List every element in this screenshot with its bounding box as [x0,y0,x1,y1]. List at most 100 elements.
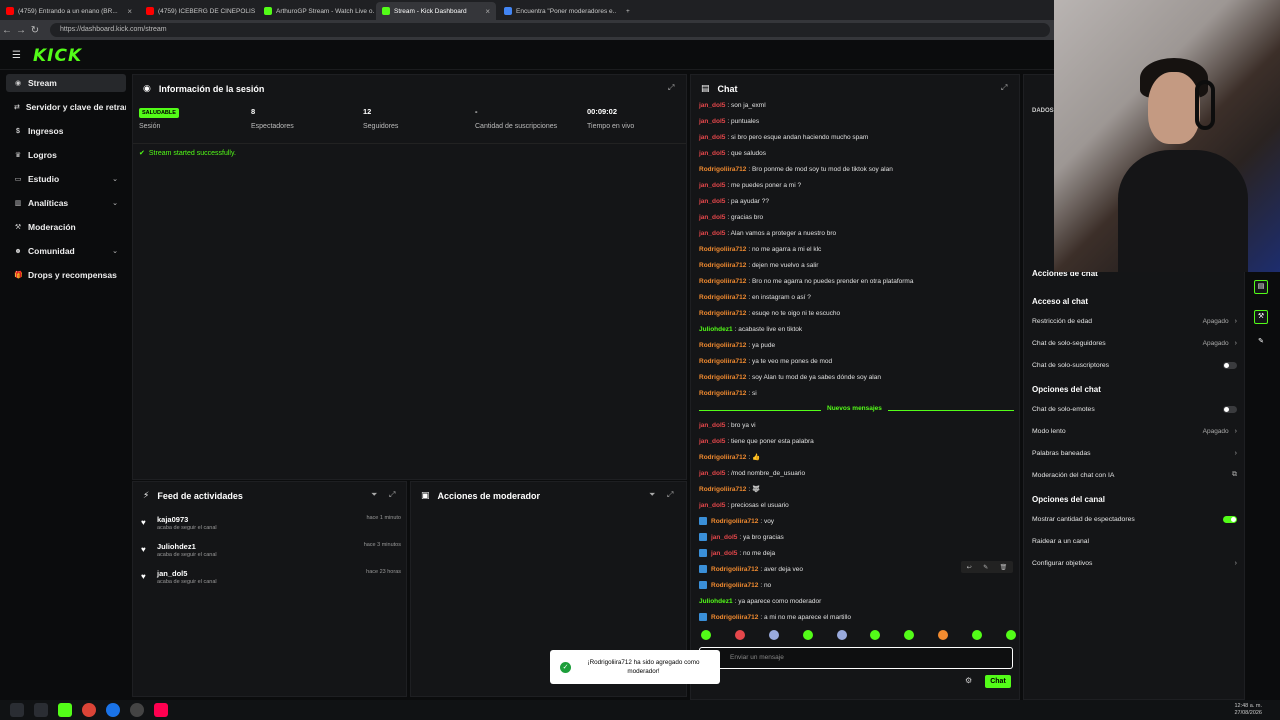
obs-icon[interactable] [130,703,144,717]
chat-rail-icon[interactable]: ▤ [1254,280,1268,294]
browser-tab[interactable]: Stream - Kick Dashboard × [376,2,496,20]
expand-icon[interactable]: ⤢ [668,83,674,93]
sidebar-item-2[interactable]: $ Ingresos [6,122,126,140]
chat-option-select[interactable]: Chat de solo-seguidores Apagado › [1032,337,1237,349]
chat-username[interactable]: jan_dol5 [699,150,725,157]
back-icon[interactable]: ← [0,25,14,36]
reply-icon[interactable]: ↩ [967,564,972,571]
chat-username[interactable]: Rodrigoliira712 [699,166,746,173]
feed-user[interactable]: jan_dol5 [157,569,187,578]
chat-username[interactable]: jan_dol5 [699,118,725,125]
expand-icon[interactable]: ⤢ [667,490,673,500]
browser-icon[interactable] [106,703,120,717]
chat-username[interactable]: Rodrigoliira712 [699,486,746,493]
emote-icon[interactable] [768,630,779,640]
sidebar-item-6[interactable]: ⚒ Moderación [6,218,126,236]
chat-username[interactable]: Rodrigoliira712 [699,374,746,381]
chat-username[interactable]: Rodrigoliira712 [699,246,746,253]
feed-user[interactable]: kaja0973 [157,515,188,524]
url-field[interactable]: https://dashboard.kick.com/stream [50,23,1050,37]
emote-icon[interactable] [972,630,982,640]
kick-logo[interactable]: KICK [33,46,82,66]
chat-option-select[interactable]: Restricción de edad Apagado › [1032,315,1237,327]
browser-tab[interactable]: (4759) Entrando a un enano (BR... × [0,2,138,20]
expand-icon[interactable]: ⤢ [389,490,395,500]
app-icon[interactable] [58,703,72,717]
chat-username[interactable]: Rodrigoliira712 [711,582,758,589]
sidebar-item-1[interactable]: ⇄ Servidor y clave de retransmisión [6,98,126,116]
send-chat-button[interactable]: Chat [985,675,1011,688]
chat-username[interactable]: Rodrigoliira712 [699,342,746,349]
mod-rail-icon[interactable]: ⚒ [1254,310,1268,324]
feed-user[interactable]: Juliohdez1 [157,542,196,551]
chat-username[interactable]: jan_dol5 [699,182,725,189]
sidebar-item-0[interactable]: ◉ Stream [6,74,126,92]
sidebar-item-7[interactable]: ☻ Comunidad ⌄ [6,242,126,260]
tools-rail-icon[interactable]: ✎ [1254,336,1268,350]
forward-icon[interactable]: → [14,25,28,36]
chat-option-link[interactable]: Palabras baneadas › [1032,447,1237,459]
chat-username[interactable]: jan_dol5 [699,422,725,429]
delete-icon[interactable]: 🗑 [1000,564,1008,571]
chat-username[interactable]: Rodrigoliira712 [711,566,758,573]
chat-username[interactable]: jan_dol5 [699,198,725,205]
chat-username[interactable]: Rodrigoliira712 [711,518,758,525]
filter-icon[interactable]: ⏷ [649,490,655,500]
chat-username[interactable]: jan_dol5 [699,134,725,141]
emote-icon[interactable] [938,630,949,640]
chrome-icon[interactable] [82,703,96,717]
chat-option-toggle[interactable]: Chat de solo-emotes [1032,403,1237,415]
emote-icon[interactable] [1005,630,1016,640]
new-tab-icon[interactable]: + [620,2,636,20]
chat-username[interactable]: jan_dol5 [711,534,737,541]
chat-option-plain[interactable]: Raidear a un canal [1032,535,1237,547]
sidebar-item-4[interactable]: ▭ Estudio ⌄ [6,170,126,188]
close-icon[interactable]: × [127,7,132,16]
chat-option-toggle[interactable]: Mostrar cantidad de espectadores [1032,513,1237,525]
menu-icon[interactable]: ☰ [12,50,21,61]
emote-icon[interactable] [734,630,745,640]
toggle-switch[interactable] [1223,405,1237,413]
start-icon[interactable] [10,703,24,717]
expand-icon[interactable]: ⤢ [1001,83,1007,93]
emote-icon[interactable] [870,630,881,640]
chat-username[interactable]: jan_dol5 [699,214,725,221]
emote-icon[interactable] [701,630,711,640]
settings-gear-icon[interactable]: ⚙ [965,676,972,685]
sidebar-item-8[interactable]: 🎁 Drops y recompensas [6,266,126,284]
sidebar-item-3[interactable]: ♛ Logros [6,146,126,164]
chat-username[interactable]: jan_dol5 [711,550,737,557]
chat-username[interactable]: Rodrigoliira712 [711,614,758,621]
chat-username[interactable]: jan_dol5 [699,230,725,237]
chat-username[interactable]: Rodrigoliira712 [699,454,746,461]
chat-username[interactable]: Rodrigoliira712 [699,294,746,301]
emote-icon[interactable] [836,630,847,640]
reload-icon[interactable]: ↻ [28,25,42,36]
close-icon[interactable]: × [485,7,490,16]
chat-username[interactable]: Rodrigoliira712 [699,278,746,285]
toggle-switch[interactable] [1223,361,1237,369]
chat-input[interactable]: Enviar un mensaje [699,647,1013,669]
chat-username[interactable]: Rodrigoliira712 [699,310,746,317]
chat-option-link[interactable]: Configurar objetivos › [1032,557,1237,569]
pin-icon[interactable]: ✎ [983,564,988,571]
filter-icon[interactable]: ⏷ [371,490,377,500]
chat-option-external[interactable]: Moderación del chat con IA ⧉ [1032,469,1237,481]
toggle-switch[interactable] [1223,515,1237,523]
browser-tab[interactable]: ArthuroGP Stream - Watch Live o...× [258,2,374,20]
chat-username[interactable]: jan_dol5 [699,502,725,509]
chat-username[interactable]: Juliohdez1 [699,598,733,605]
emote-icon[interactable] [802,630,813,640]
chat-username[interactable]: Rodrigoliira712 [699,262,746,269]
browser-tab[interactable]: Encuentra "Poner moderadores e...× [498,2,616,20]
chat-username[interactable]: Juliohdez1 [699,326,733,333]
chat-username[interactable]: jan_dol5 [699,470,725,477]
chat-username[interactable]: jan_dol5 [699,102,725,109]
chat-username[interactable]: Rodrigoliira712 [699,390,746,397]
sidebar-item-5[interactable]: ▥ Analíticas ⌄ [6,194,126,212]
chat-username[interactable]: Rodrigoliira712 [699,358,746,365]
chat-option-select[interactable]: Modo lento Apagado › [1032,425,1237,437]
explorer-icon[interactable] [34,703,48,717]
tiktok-icon[interactable] [154,703,168,717]
emote-icon[interactable] [904,630,915,640]
